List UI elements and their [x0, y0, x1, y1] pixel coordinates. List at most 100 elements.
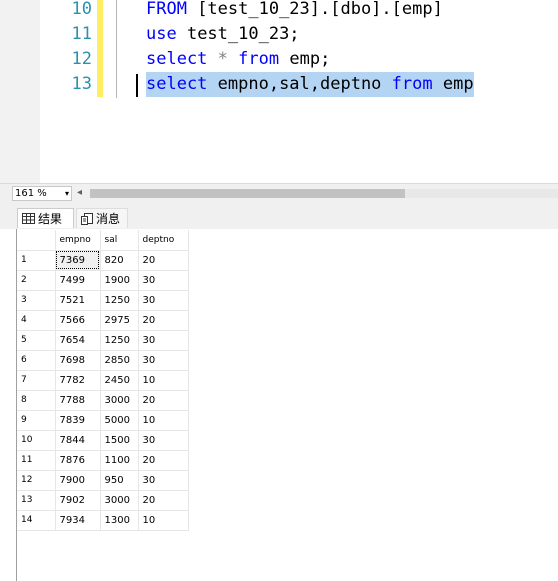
results-grid[interactable]: empno sal deptno 1 7369 820 20 2 7499 1900 30 3 7… [17, 230, 189, 531]
table-row[interactable]: 6 7698 2850 30 [17, 350, 189, 371]
cell-empno[interactable]: 7902 [55, 490, 101, 511]
table-row[interactable]: 12 7900 950 30 [17, 470, 189, 491]
sql-keyword: select [146, 49, 208, 69]
cell-sal[interactable]: 1100 [100, 450, 139, 471]
scroll-left-icon[interactable]: ◂ [77, 187, 82, 198]
grid-corner-cell[interactable] [17, 230, 56, 251]
row-number-cell[interactable]: 5 [17, 330, 56, 351]
sql-keyword: FROM [146, 0, 187, 19]
cell-sal[interactable]: 1900 [100, 270, 139, 291]
cell-sal[interactable]: 820 [100, 250, 139, 271]
table-row[interactable]: 11 7876 1100 20 [17, 450, 189, 471]
table-row[interactable]: 3 7521 1250 30 [17, 290, 189, 311]
ssms-window: 10 FROM [test_10_23].[dbo].[emp] 11 use tes… [0, 0, 558, 581]
column-header-empno[interactable]: empno [55, 230, 101, 251]
tab-messages[interactable]: 消息 [76, 208, 128, 228]
cell-deptno[interactable]: 30 [138, 330, 189, 351]
cell-empno[interactable]: 7876 [55, 450, 101, 471]
row-number-cell[interactable]: 4 [17, 310, 56, 331]
editor-line[interactable]: 13 select empno,sal,deptno from emp [0, 72, 558, 97]
cell-sal[interactable]: 1500 [100, 430, 139, 451]
sql-text: emp; [279, 49, 331, 69]
chevron-down-icon: ▾ [64, 189, 69, 198]
message-icon [81, 212, 93, 225]
sql-keyword: select [146, 74, 208, 94]
cell-empno[interactable]: 7839 [55, 410, 101, 431]
cell-sal[interactable]: 2975 [100, 310, 139, 331]
cell-empno[interactable]: 7934 [55, 510, 101, 531]
editor-line[interactable]: 10 FROM [test_10_23].[dbo].[emp] [0, 0, 558, 22]
query-editor[interactable]: 10 FROM [test_10_23].[dbo].[emp] 11 use tes… [0, 0, 558, 183]
cell-sal[interactable]: 3000 [100, 390, 139, 411]
table-row[interactable]: 2 7499 1900 30 [17, 270, 189, 291]
cell-empno[interactable]: 7900 [55, 470, 101, 491]
cell-deptno[interactable]: 30 [138, 430, 189, 451]
editor-line[interactable]: 12 select * from emp; [0, 47, 558, 72]
text-caret [136, 74, 138, 97]
table-row[interactable]: 7 7782 2450 10 [17, 370, 189, 391]
row-number-cell[interactable]: 8 [17, 390, 56, 411]
zoom-dropdown[interactable]: 161 % ▾ [12, 186, 72, 201]
row-number-cell[interactable]: 10 [17, 430, 56, 451]
cell-deptno[interactable]: 20 [138, 450, 189, 471]
cell-deptno[interactable]: 30 [138, 290, 189, 311]
row-number-cell[interactable]: 9 [17, 410, 56, 431]
sql-keyword: from [391, 74, 433, 94]
cell-sal[interactable]: 3000 [100, 490, 139, 511]
row-number-cell[interactable]: 14 [17, 510, 56, 531]
cell-deptno[interactable]: 10 [138, 370, 189, 391]
row-number-cell[interactable]: 12 [17, 470, 56, 491]
cell-deptno[interactable]: 20 [138, 250, 189, 271]
cell-sal[interactable]: 2850 [100, 350, 139, 371]
row-number-cell[interactable]: 6 [17, 350, 56, 371]
table-row[interactable]: 1 7369 820 20 [17, 250, 189, 271]
change-marker [97, 0, 103, 22]
table-row[interactable]: 14 7934 1300 10 [17, 510, 189, 531]
editor-statusbar: 161 % ▾ ◂ [0, 183, 558, 202]
cell-sal[interactable]: 1300 [100, 510, 139, 531]
cell-empno[interactable]: 7499 [55, 270, 101, 291]
cell-deptno[interactable]: 10 [138, 410, 189, 431]
code-text: select * from emp; [146, 47, 330, 72]
cell-deptno[interactable]: 30 [138, 270, 189, 291]
cell-empno[interactable]: 7654 [55, 330, 101, 351]
cell-sal[interactable]: 2450 [100, 370, 139, 391]
sql-text: test_10_23; [176, 24, 300, 44]
cell-deptno[interactable]: 20 [138, 490, 189, 511]
row-number-cell[interactable]: 7 [17, 370, 56, 391]
tab-results[interactable]: 结果 [17, 208, 74, 228]
row-number-cell[interactable]: 1 [17, 250, 56, 271]
cell-deptno[interactable]: 20 [138, 390, 189, 411]
row-number-cell[interactable]: 11 [17, 450, 56, 471]
row-number-cell[interactable]: 2 [17, 270, 56, 291]
cell-empno[interactable]: 7788 [55, 390, 101, 411]
cell-empno[interactable]: 7566 [55, 310, 101, 331]
cell-deptno[interactable]: 30 [138, 350, 189, 371]
tab-messages-label: 消息 [96, 212, 121, 226]
cell-deptno[interactable]: 30 [138, 470, 189, 491]
table-row[interactable]: 9 7839 5000 10 [17, 410, 189, 431]
row-number-cell[interactable]: 13 [17, 490, 56, 511]
cell-sal[interactable]: 5000 [100, 410, 139, 431]
cell-sal[interactable]: 1250 [100, 330, 139, 351]
scrollbar-thumb[interactable] [90, 189, 405, 198]
table-row[interactable]: 13 7902 3000 20 [17, 490, 189, 511]
table-row[interactable]: 8 7788 3000 20 [17, 390, 189, 411]
cell-empno[interactable]: 7844 [55, 430, 101, 451]
cell-sal[interactable]: 950 [100, 470, 139, 491]
cell-empno[interactable]: 7698 [55, 350, 101, 371]
cell-sal[interactable]: 1250 [100, 290, 139, 311]
cell-empno[interactable]: 7782 [55, 370, 101, 391]
column-header-deptno[interactable]: deptno [138, 230, 189, 251]
table-row[interactable]: 5 7654 1250 30 [17, 330, 189, 351]
table-row[interactable]: 4 7566 2975 20 [17, 310, 189, 331]
table-row[interactable]: 10 7844 1500 30 [17, 430, 189, 451]
horizontal-scrollbar[interactable] [90, 189, 558, 198]
row-number-cell[interactable]: 3 [17, 290, 56, 311]
cell-deptno[interactable]: 10 [138, 510, 189, 531]
cell-empno[interactable]: 7521 [55, 290, 101, 311]
editor-line[interactable]: 11 use test_10_23; [0, 22, 558, 47]
cell-deptno[interactable]: 20 [138, 310, 189, 331]
cell-empno[interactable]: 7369 [55, 250, 101, 271]
column-header-sal[interactable]: sal [100, 230, 139, 251]
